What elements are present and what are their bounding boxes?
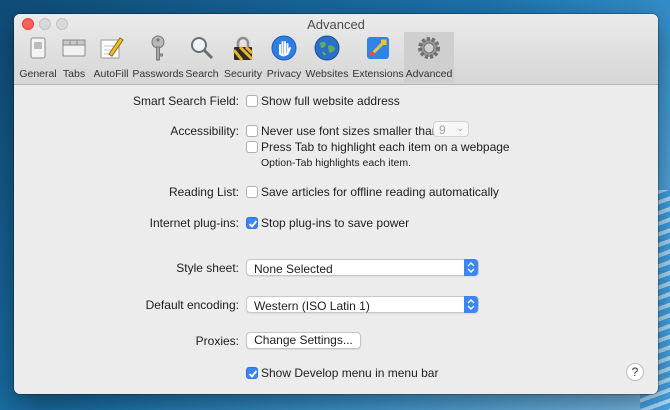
checkmark-icon xyxy=(248,220,258,228)
show-develop-menu-checkbox[interactable] xyxy=(246,367,258,379)
hand-icon xyxy=(271,35,297,61)
tab-passwords[interactable]: Passwords xyxy=(132,32,184,83)
title-bar: Advanced General Tabs AutoFill Passwords… xyxy=(14,14,658,85)
tab-extensions[interactable]: Extensions xyxy=(352,32,404,83)
magnifier-icon xyxy=(191,37,214,60)
tab-websites[interactable]: Websites xyxy=(304,32,350,83)
show-develop-menu-text: Show Develop menu in menu bar xyxy=(261,366,439,380)
tabs-icon xyxy=(62,39,86,57)
min-font-size-checkbox[interactable] xyxy=(246,125,258,137)
offline-reading-text: Save articles for offline reading automa… xyxy=(261,185,499,199)
change-settings-button[interactable]: Change Settings... xyxy=(246,332,361,349)
encoding-label: Default encoding: xyxy=(145,298,239,312)
offline-reading-checkbox[interactable] xyxy=(246,186,258,198)
style-sheet-value: None Selected xyxy=(254,262,333,276)
puzzle-icon xyxy=(367,37,389,59)
general-switch-icon xyxy=(30,37,46,59)
updown-arrows-icon xyxy=(464,296,478,313)
updown-arrows-icon xyxy=(464,259,478,276)
tab-search[interactable]: Search xyxy=(184,32,220,83)
autofill-pencil-icon xyxy=(100,37,124,59)
press-tab-text: Press Tab to highlight each item on a we… xyxy=(261,140,510,154)
key-icon xyxy=(151,35,165,61)
font-size-value: 9 xyxy=(439,123,446,137)
stop-plugins-text: Stop plug-ins to save power xyxy=(261,216,410,230)
show-full-address-text: Show full website address xyxy=(261,94,400,108)
smart-search-label: Smart Search Field: xyxy=(132,94,239,108)
proxies-label: Proxies: xyxy=(195,334,239,348)
chevron-down-icon: ⌄ xyxy=(456,123,464,133)
checkmark-icon xyxy=(248,370,258,378)
preferences-window: Advanced General Tabs AutoFill Passwords… xyxy=(14,14,658,394)
help-button[interactable]: ? xyxy=(626,363,644,381)
style-sheet-label: Style sheet: xyxy=(176,261,239,275)
show-full-address-checkbox[interactable] xyxy=(246,95,258,107)
gear-icon xyxy=(418,37,440,59)
stop-plugins-checkbox[interactable] xyxy=(246,217,258,229)
min-font-size-text: Never use font sizes smaller than xyxy=(261,124,439,138)
encoding-popup[interactable]: Western (ISO Latin 1) xyxy=(246,296,479,313)
globe-icon xyxy=(314,35,340,61)
tab-privacy[interactable]: Privacy xyxy=(266,32,302,83)
window-title: Advanced xyxy=(307,17,365,32)
accessibility-label: Accessibility: xyxy=(170,124,239,138)
tab-tabs[interactable]: Tabs xyxy=(58,32,90,83)
min-font-size-popup[interactable]: 9 ⌄ xyxy=(433,121,469,137)
tab-autofill[interactable]: AutoFill xyxy=(92,32,130,83)
lock-icon xyxy=(232,36,254,61)
style-sheet-popup[interactable]: None Selected xyxy=(246,259,479,276)
option-tab-hint: Option-Tab highlights each item. xyxy=(261,157,411,169)
encoding-value: Western (ISO Latin 1) xyxy=(254,299,370,313)
plugins-label: Internet plug-ins: xyxy=(149,216,239,230)
reading-list-label: Reading List: xyxy=(168,185,239,199)
tab-general[interactable]: General xyxy=(18,32,58,83)
press-tab-checkbox[interactable] xyxy=(246,141,258,153)
tab-security[interactable]: Security xyxy=(222,32,264,83)
tab-advanced[interactable]: Advanced xyxy=(404,32,454,83)
